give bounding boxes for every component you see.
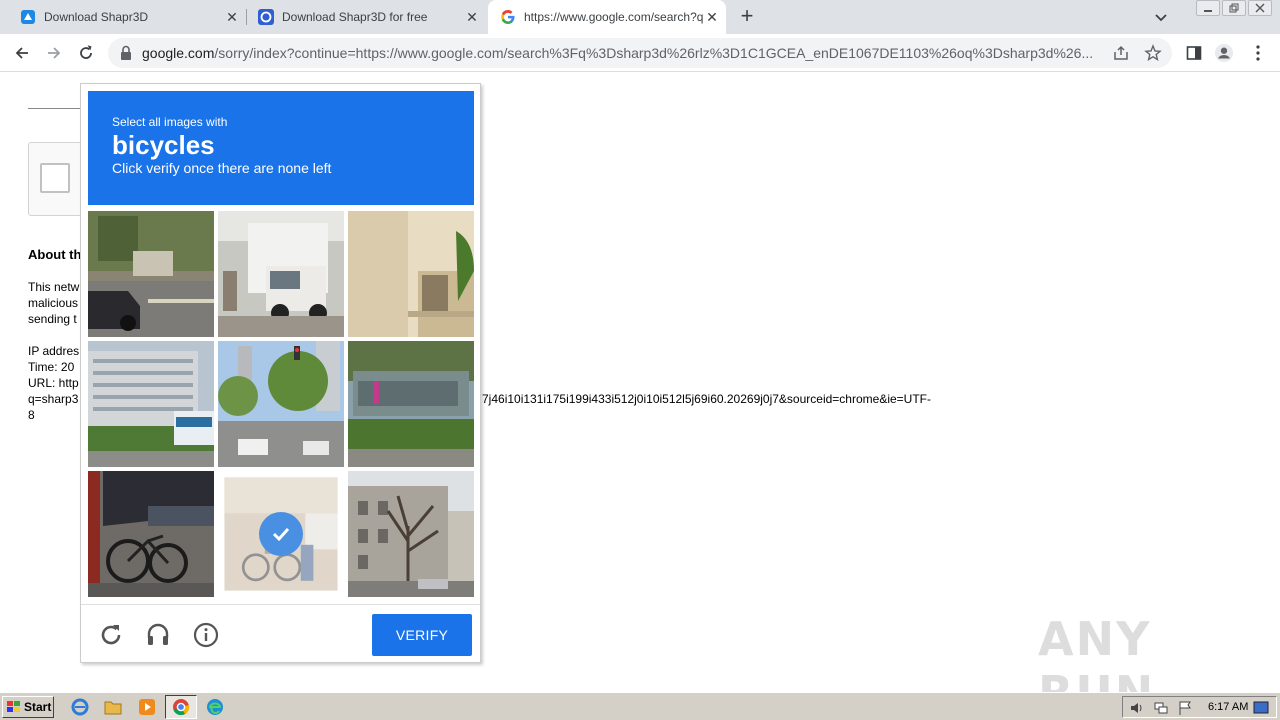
minimize-icon[interactable] bbox=[1196, 0, 1220, 16]
lock-icon[interactable] bbox=[120, 45, 132, 66]
tab-download-shapr3d-free[interactable]: Download Shapr3D for free ✕ bbox=[246, 0, 486, 34]
share-icon[interactable] bbox=[1112, 44, 1130, 67]
recaptcha-checkbox[interactable] bbox=[40, 163, 70, 193]
file-explorer-icon[interactable] bbox=[103, 697, 123, 717]
url-path: /sorry/index?continue=https://www.google… bbox=[214, 45, 1094, 61]
info-line: IP addres bbox=[28, 344, 80, 358]
chrome-icon bbox=[171, 697, 191, 717]
show-desktop-icon[interactable] bbox=[1253, 700, 1269, 716]
audio-challenge-icon[interactable] bbox=[144, 621, 172, 649]
image-tile[interactable] bbox=[88, 471, 214, 597]
para-line: malicious bbox=[28, 296, 79, 310]
info-line: URL: http bbox=[28, 376, 79, 390]
image-tile[interactable] bbox=[348, 341, 474, 467]
image-tile[interactable] bbox=[348, 471, 474, 597]
close-tab-icon[interactable]: ✕ bbox=[464, 9, 480, 25]
reload-challenge-icon[interactable] bbox=[97, 621, 125, 649]
url-host: google.com bbox=[142, 45, 215, 61]
tab-google-search[interactable]: https://www.google.com/search?q= ✕ bbox=[488, 0, 726, 34]
image-tile-selected[interactable] bbox=[218, 471, 344, 597]
kebab-menu-icon[interactable] bbox=[1248, 43, 1268, 63]
reload-icon[interactable] bbox=[76, 43, 96, 63]
chevron-down-icon[interactable] bbox=[1152, 8, 1170, 26]
profile-avatar-icon[interactable] bbox=[1214, 43, 1234, 63]
url-tail: 7j46i10i131i175i199i433i512j0i10i512l5j6… bbox=[482, 392, 931, 406]
restore-icon[interactable] bbox=[1222, 0, 1246, 16]
browser-toolbar: google.com/sorry/index?continue=https://… bbox=[0, 34, 1280, 72]
tab-download-shapr3d[interactable]: Download Shapr3D ✕ bbox=[0, 0, 247, 34]
bookmark-star-icon[interactable] bbox=[1144, 44, 1162, 67]
tab-title: Download Shapr3D bbox=[44, 10, 149, 24]
divider bbox=[28, 108, 88, 109]
info-line: Time: 20 bbox=[28, 360, 75, 374]
close-window-icon[interactable] bbox=[1248, 0, 1272, 16]
google-icon bbox=[500, 9, 516, 25]
challenge-instruction: Select all images with bbox=[112, 115, 228, 129]
download-site-icon bbox=[258, 9, 274, 25]
network-icon[interactable] bbox=[1153, 700, 1169, 716]
image-tile[interactable] bbox=[88, 211, 214, 337]
start-label: Start bbox=[24, 700, 52, 714]
volume-icon[interactable] bbox=[1129, 700, 1145, 716]
challenge-footer: VERIFY bbox=[81, 604, 480, 662]
media-player-icon[interactable] bbox=[137, 697, 157, 717]
back-arrow-icon[interactable] bbox=[12, 43, 32, 63]
shapr3d-icon bbox=[20, 9, 36, 25]
image-tile[interactable] bbox=[218, 211, 344, 337]
windows-taskbar: Start 6:17 AM bbox=[0, 692, 1280, 720]
windows-logo-icon bbox=[7, 701, 20, 712]
start-button[interactable]: Start bbox=[2, 696, 54, 718]
image-tile[interactable] bbox=[218, 341, 344, 467]
edge-icon[interactable] bbox=[205, 697, 225, 717]
close-tab-icon[interactable]: ✕ bbox=[704, 9, 720, 25]
challenge-header: Select all images with bicycles Click ve… bbox=[88, 91, 474, 205]
challenge-target: bicycles bbox=[112, 130, 215, 160]
address-bar[interactable]: google.com/sorry/index?continue=https://… bbox=[108, 38, 1172, 68]
window-controls bbox=[1196, 0, 1272, 16]
image-tile[interactable] bbox=[88, 341, 214, 467]
para-line: sending t bbox=[28, 312, 77, 326]
recaptcha-challenge: Select all images with bicycles Click ve… bbox=[80, 83, 481, 663]
info-line: 8 bbox=[28, 408, 35, 422]
checkmark-icon bbox=[259, 512, 303, 556]
tab-strip: Download Shapr3D ✕ Download Shapr3D for … bbox=[0, 0, 1280, 34]
internet-explorer-icon[interactable] bbox=[70, 697, 90, 717]
url-text: google.com/sorry/index?continue=https://… bbox=[142, 45, 1108, 61]
image-tile[interactable] bbox=[348, 211, 474, 337]
new-tab-button[interactable]: + bbox=[736, 5, 758, 28]
info-line: q=sharp3 bbox=[28, 392, 79, 406]
verify-button[interactable]: VERIFY bbox=[372, 614, 472, 656]
challenge-hint: Click verify once there are none left bbox=[112, 160, 332, 176]
side-panel-icon[interactable] bbox=[1184, 43, 1204, 63]
system-tray bbox=[1122, 696, 1277, 718]
clock: 6:17 AM bbox=[1208, 701, 1249, 713]
tab-title: https://www.google.com/search?q= bbox=[524, 10, 704, 24]
flag-icon[interactable] bbox=[1177, 700, 1193, 716]
info-icon[interactable] bbox=[192, 621, 220, 649]
close-tab-icon[interactable]: ✕ bbox=[224, 9, 240, 25]
image-grid bbox=[88, 211, 474, 597]
forward-arrow-icon[interactable] bbox=[44, 43, 64, 63]
tab-title: Download Shapr3D for free bbox=[282, 10, 428, 24]
para-line: This netw bbox=[28, 280, 80, 294]
about-heading: About th bbox=[28, 247, 82, 262]
